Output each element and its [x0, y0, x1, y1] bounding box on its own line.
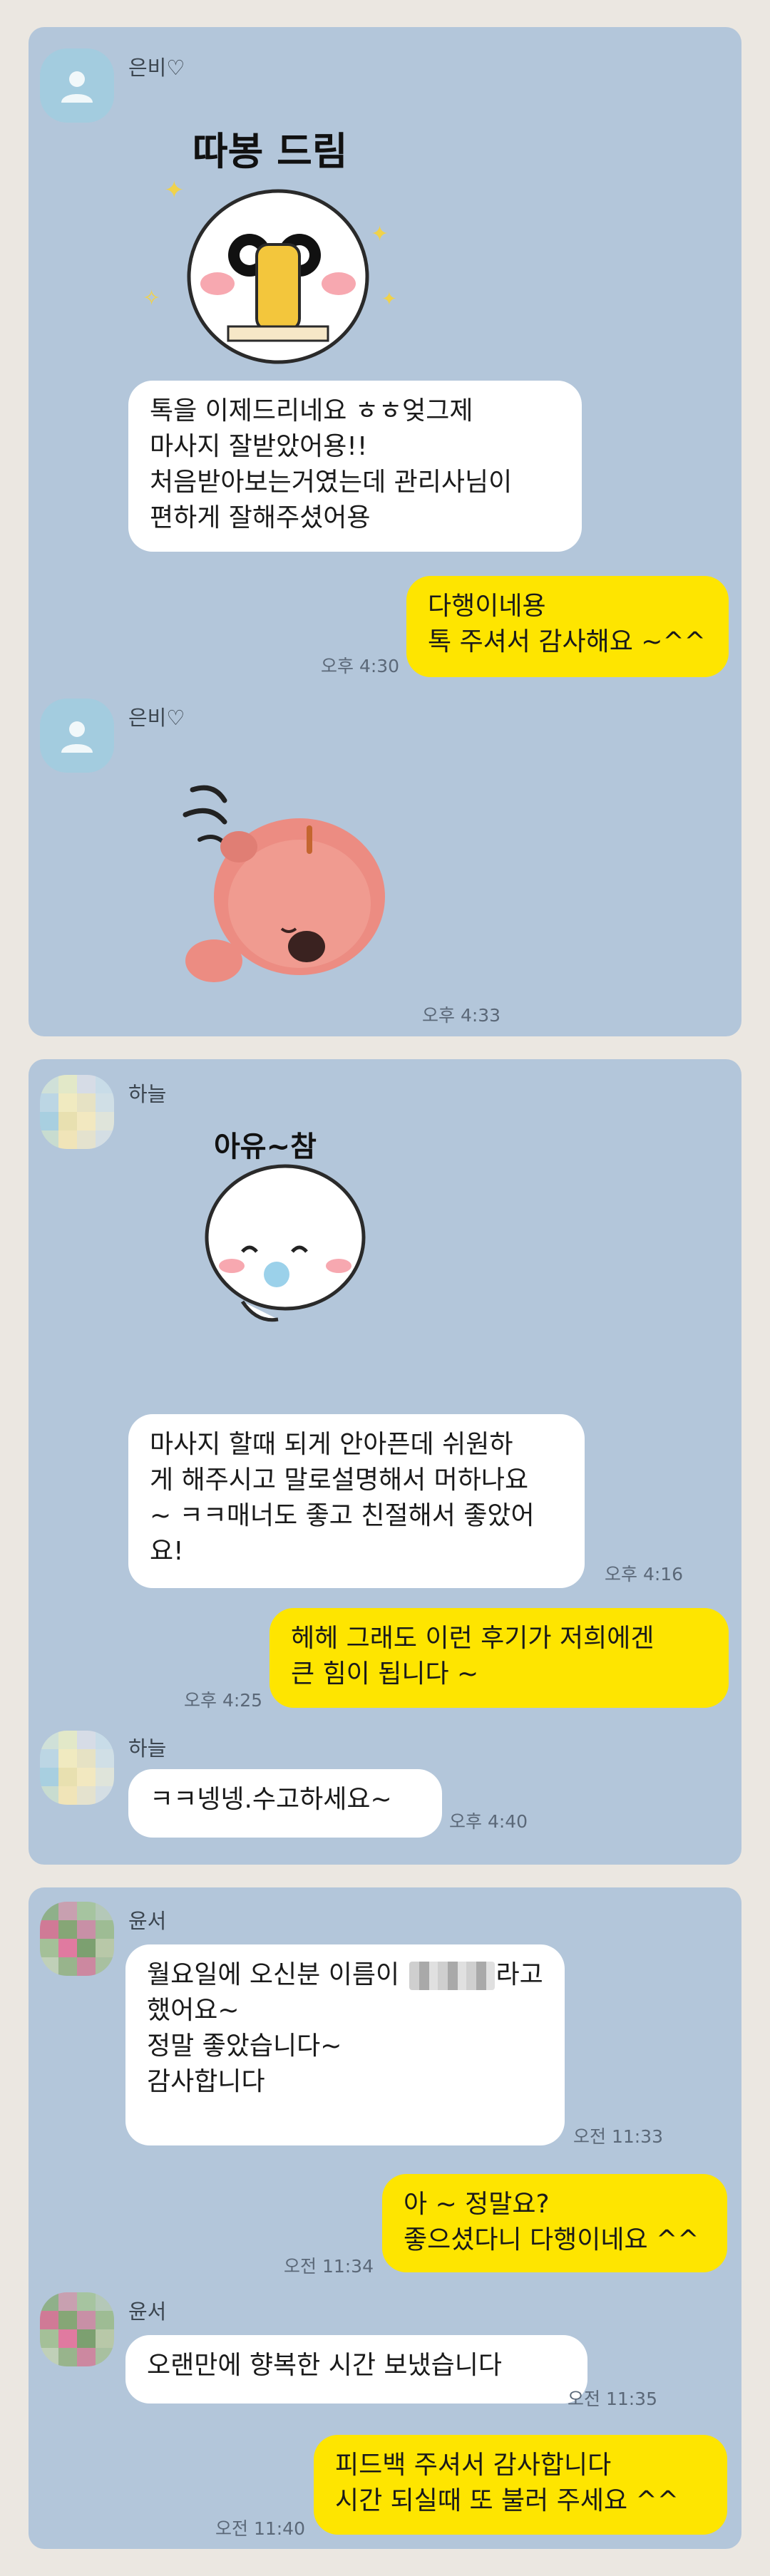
reply-bubble[interactable]: 아 ~ 정말요? 좋으셨다니 다행이네요 ^^ [382, 2174, 727, 2272]
message-text: 월요일에 오신분 이름이 [147, 1960, 400, 1989]
blushing-ghost-sticker[interactable]: 아유~참 [171, 1116, 399, 1330]
reply-bubble[interactable]: 다행이네용 톡 주셔서 감사해요 ~^^ [406, 576, 729, 677]
message-text: 했어요~ 정말 좋았습니다~ 감사합니다 [147, 1996, 342, 2096]
chat-panel-1: 은비♡ 따봉 드림 ✦ ✦ ✧ ✦ 톡을 이제드리네요 ㅎㅎ엊그제 마사지 잘받… [29, 27, 741, 1036]
message-bubble[interactable]: 오랜만에 향복한 시간 보냈습니다 [125, 2335, 587, 2404]
sender-name: 윤서 [128, 2299, 167, 2324]
message-bubble[interactable]: 마사지 할때 되게 안아픈데 쉬원하 게 해주시고 말로설명해서 머하나요 ~ … [128, 1414, 585, 1588]
message-text: 라고 [496, 1960, 543, 1989]
redacted-name [409, 1962, 495, 1990]
sender-name: 은비♡ [128, 56, 185, 80]
thumbs-up-sticker[interactable]: 따봉 드림 ✦ ✦ ✧ ✦ [135, 91, 421, 376]
message-bubble[interactable]: 월요일에 오신분 이름이 라고 했어요~ 정말 좋았습니다~ 감사합니다 [125, 1944, 565, 2145]
svg-text:✧: ✧ [143, 286, 160, 311]
message-bubble[interactable]: ㅋㅋ넹넹.수고하세요~ [128, 1769, 442, 1838]
message-time: 오전 11:40 [215, 2518, 305, 2539]
chat-panel-3: 윤서 월요일에 오신분 이름이 라고 했어요~ 정말 좋았습니다~ 감사합니다 … [29, 1887, 741, 2549]
svg-text:✦: ✦ [381, 289, 397, 310]
sender-name: 하늘 [128, 1736, 167, 1761]
profile-silhouette-icon [61, 71, 93, 103]
message-time: 오후 4:16 [605, 1564, 684, 1585]
blurred-avatar[interactable] [40, 1731, 114, 1805]
message-time: 오후 4:30 [321, 656, 400, 676]
ghost-character-icon [205, 1164, 366, 1322]
profile-avatar[interactable] [40, 48, 114, 123]
message-time: 오전 11:35 [568, 2389, 657, 2409]
reply-bubble[interactable]: 피드백 주셔서 감사합니다 시간 되실때 또 불러 주세요 ^^ [314, 2435, 727, 2535]
svg-text:✦: ✦ [371, 222, 389, 247]
sender-name: 은비♡ [128, 706, 185, 730]
svg-text:✦: ✦ [164, 176, 185, 205]
blurred-avatar[interactable] [40, 2292, 114, 2366]
message-time: 오후 4:40 [449, 1811, 528, 1832]
blurred-avatar[interactable] [40, 1075, 114, 1149]
blurred-avatar[interactable] [40, 1902, 114, 1976]
chat-panel-2: 하늘 아유~참 마사지 할때 되게 안아픈데 쉬원하 게 해주시고 말로설명해서… [29, 1059, 741, 1865]
profile-avatar[interactable] [40, 699, 114, 773]
message-bubble[interactable]: 톡을 이제드리네요 ㅎㅎ엊그제 마사지 잘받았어용!! 처음받아보는거였는데 관… [128, 381, 582, 552]
message-time: 오전 11:34 [284, 2256, 374, 2277]
message-time: 오후 4:25 [184, 1690, 263, 1711]
thumbs-up-character-icon: ✦ ✦ ✧ ✦ [143, 176, 397, 364]
message-time: 오전 11:33 [573, 2126, 663, 2147]
reply-bubble[interactable]: 헤헤 그래도 이런 후기가 저희에겐 큰 힘이 됩니다 ~ [270, 1608, 729, 1708]
sad-pink-creature-sticker[interactable] [157, 761, 399, 1004]
message-time: 오후 4:33 [422, 1005, 501, 1026]
sender-name: 윤서 [128, 1909, 167, 1933]
sender-name: 하늘 [128, 1082, 167, 1106]
profile-silhouette-icon [61, 721, 93, 753]
